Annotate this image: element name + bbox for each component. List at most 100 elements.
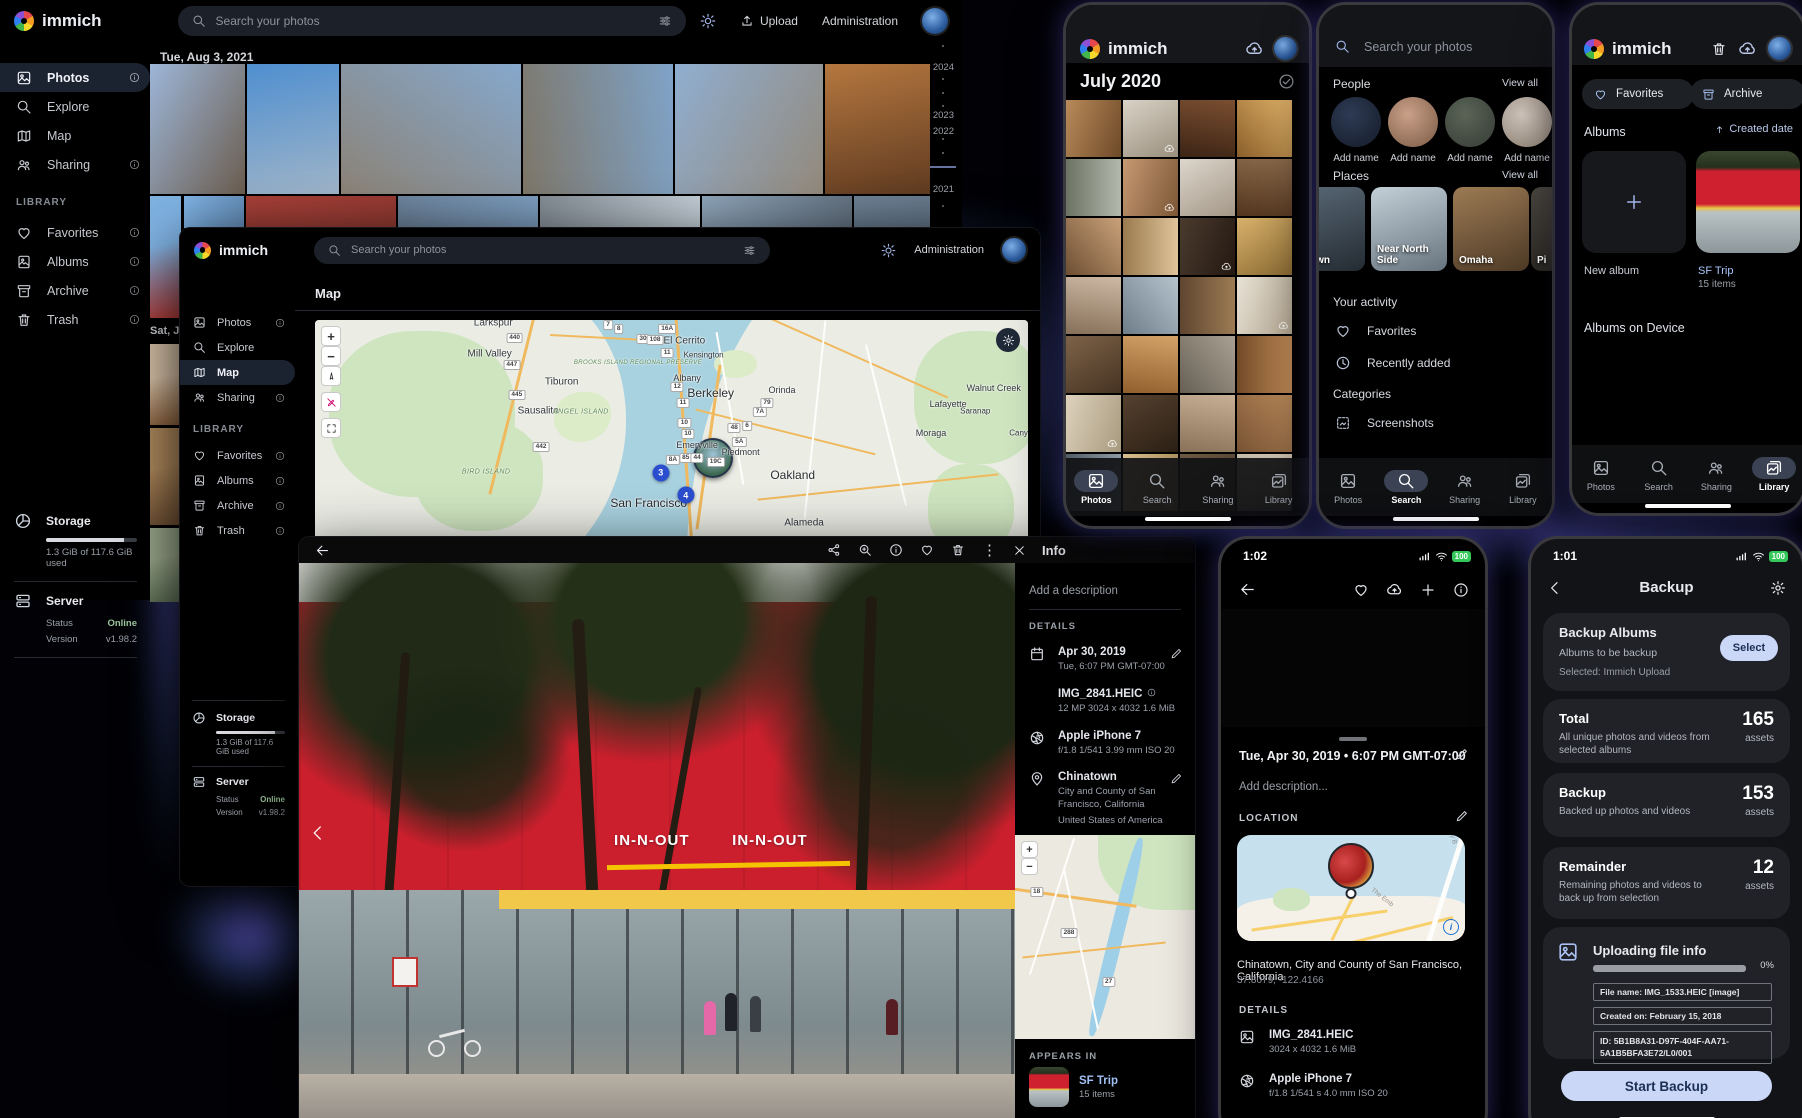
info-icon[interactable] [129,285,140,296]
photo-tile[interactable] [247,64,339,194]
tab-photos[interactable]: Photos [1066,470,1127,505]
photo-tile[interactable] [1180,395,1235,452]
avatar[interactable] [1002,238,1026,262]
theme-toggle-sun-icon[interactable] [881,243,896,258]
map-zoom-in-button[interactable]: + [321,326,341,346]
people-view-all-link[interactable]: View all [1502,77,1538,89]
map-zoom-out-button[interactable]: − [1021,858,1038,875]
info-icon[interactable] [275,476,285,486]
sidebar-item-sharing[interactable]: Sharing [180,385,295,410]
places-view-all-link[interactable]: View all [1502,169,1538,181]
favorites-button[interactable]: Favorites [1582,79,1694,109]
info-icon[interactable] [129,314,140,325]
administration-link[interactable]: Administration [914,244,984,256]
album-card-sf-trip[interactable] [1696,151,1800,253]
new-album-card[interactable] [1582,151,1686,253]
select-button[interactable]: Select [1720,635,1778,661]
photo-tile[interactable] [1123,277,1178,334]
photo-tile[interactable] [1237,277,1292,334]
photo-tile[interactable] [825,64,930,194]
photo-tile[interactable] [1066,277,1121,334]
photo-tile[interactable] [540,196,700,228]
place-card[interactable]: Pi [1531,187,1555,271]
photo-tile[interactable] [675,64,823,194]
info-icon[interactable] [275,318,285,328]
sidebar-item-photos[interactable]: Photos [0,63,150,92]
tab-sharing[interactable]: Sharing [1188,470,1249,505]
sidebar-item-sharing[interactable]: Sharing [0,150,150,179]
person-face[interactable]: Add name [1388,97,1438,164]
gear-icon[interactable] [1770,580,1786,596]
info-icon[interactable] [275,501,285,511]
map-cluster-marker[interactable]: 4 [677,487,694,504]
trash-icon[interactable] [951,543,965,557]
person-face[interactable]: Add name [1445,97,1495,164]
theme-toggle-sun-icon[interactable] [700,13,716,29]
album-link[interactable]: SF Trip 15 items [1029,1067,1118,1107]
map-photo-marker[interactable] [1328,843,1374,889]
tab-photos[interactable]: Photos [1319,470,1377,505]
sidebar-item-albums[interactable]: Albums [180,468,295,493]
detail-map[interactable]: 1828827 + − [1015,835,1195,1039]
back-icon[interactable] [1239,581,1256,598]
photo-tile[interactable] [150,528,181,602]
photo-tile[interactable] [1123,336,1178,393]
photo-tile[interactable] [1180,100,1235,157]
photo-tile[interactable] [150,428,181,525]
zoom-icon[interactable] [858,543,872,557]
upload-button[interactable]: Upload [740,14,798,28]
select-all-check-icon[interactable] [1278,73,1295,90]
person-face[interactable]: Add name [1502,97,1552,164]
map-draw-button[interactable] [321,392,341,412]
search-input[interactable]: Search your photos [314,237,770,264]
photo-tile[interactable] [1123,159,1178,216]
sort-button[interactable]: Created date [1714,123,1793,135]
add-description-field[interactable]: Add a description [1029,585,1118,597]
photo-tile[interactable] [184,196,244,228]
sidebar-item-trash[interactable]: Trash [180,518,295,543]
sidebar-item-favorites[interactable]: Favorites [0,218,150,247]
sidebar-item-favorites[interactable]: Favorites [180,443,295,468]
home-indicator[interactable] [1393,517,1479,521]
place-card[interactable]: Near North Side [1371,187,1447,271]
close-info-icon[interactable] [1013,544,1026,557]
list-item-favorites[interactable]: Favorites [1319,315,1552,347]
sidebar-item-photos[interactable]: Photos [180,310,295,335]
sidebar-item-albums[interactable]: Albums [0,247,150,276]
photo-tile[interactable] [1066,336,1121,393]
photo-tile[interactable] [1180,159,1235,216]
archive-button[interactable]: Archive [1690,79,1802,109]
avatar[interactable] [1768,37,1791,60]
sidebar-item-explore[interactable]: Explore [180,335,295,360]
tab-library[interactable]: Library [1745,457,1802,492]
photo-viewer[interactable]: IN-N-OUT IN-N-OUT [299,563,1015,1118]
share-icon[interactable] [827,543,841,557]
info-icon[interactable] [129,159,140,170]
tab-search[interactable]: Search [1377,470,1435,505]
photo-tile[interactable] [1180,277,1235,334]
photo-tile[interactable] [1066,100,1121,157]
info-icon[interactable] [1453,582,1469,598]
person-face[interactable]: Add name [1331,97,1381,164]
home-indicator[interactable] [1145,517,1231,521]
edit-date-pencil-icon[interactable] [1455,747,1469,761]
filter-icon[interactable] [743,244,756,257]
photo-tile[interactable] [1237,100,1292,157]
sidebar-item-map[interactable]: Map [0,121,150,150]
photo-tile[interactable] [1237,159,1292,216]
map-zoom-out-button[interactable]: − [321,346,341,366]
avatar[interactable] [1274,37,1297,60]
photo-tile[interactable] [1123,218,1178,275]
filter-icon[interactable] [658,14,672,28]
map-cluster-marker[interactable]: 3 [652,464,669,481]
map-fullscreen-button[interactable] [321,418,341,438]
back-chevron-icon[interactable] [1547,580,1563,596]
tab-library[interactable]: Library [1248,470,1309,505]
tab-search[interactable]: Search [1127,470,1188,505]
photo-tile[interactable] [150,344,181,425]
search-input[interactable]: Search your photos [178,6,686,36]
photo-tile[interactable] [702,196,852,228]
edit-pencil-icon[interactable] [1170,647,1183,660]
edit-location-pencil-icon[interactable] [1455,809,1469,823]
info-icon[interactable] [129,227,140,238]
